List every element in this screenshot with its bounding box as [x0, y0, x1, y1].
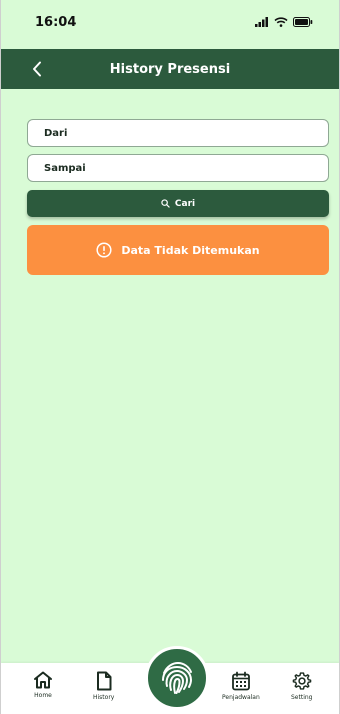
status-icons [255, 17, 313, 27]
page-title: History Presensi [109, 61, 231, 77]
search-icon [161, 199, 170, 208]
status-time: 16:04 [35, 14, 77, 30]
search-button-label: Cari [174, 198, 196, 209]
date-from-placeholder: Dari [44, 127, 68, 139]
search-button[interactable]: Cari [27, 190, 329, 217]
status-bar: 16:04 [1, 0, 339, 44]
empty-state-alert: Data Tidak Ditemukan [27, 225, 329, 275]
document-icon [96, 671, 112, 691]
gear-icon [292, 672, 312, 690]
wifi-icon [274, 17, 288, 27]
nav-item-setting[interactable]: Setting [291, 671, 312, 701]
alert-message: Data Tidak Ditemukan [121, 243, 260, 257]
calendar-icon [231, 671, 250, 691]
nav-label-penjadwalan: Penjadwalan [222, 694, 260, 701]
fingerprint-button[interactable] [145, 646, 209, 710]
chevron-left-icon [33, 61, 41, 77]
date-to-field[interactable]: Sampai [27, 154, 329, 182]
home-icon [34, 671, 52, 689]
nav-item-penjadwalan[interactable]: Penjadwalan [222, 671, 260, 701]
date-to-placeholder: Sampai [44, 162, 86, 174]
nav-item-history[interactable]: History [93, 671, 114, 701]
app-bar: History Presensi [1, 49, 339, 89]
date-from-field[interactable]: Dari [27, 119, 329, 147]
nav-label-history: History [93, 694, 115, 701]
alert-circle-icon [96, 242, 112, 258]
fingerprint-icon [162, 661, 193, 694]
nav-label-home: Home [34, 692, 52, 699]
back-button[interactable] [23, 55, 51, 83]
signal-icon [255, 17, 268, 27]
battery-icon [293, 17, 313, 27]
nav-label-setting: Setting [291, 694, 313, 701]
phone-screen: 16:04 History Presensi Dari Sampai Cari … [0, 0, 340, 714]
nav-item-home[interactable]: Home [33, 671, 53, 699]
